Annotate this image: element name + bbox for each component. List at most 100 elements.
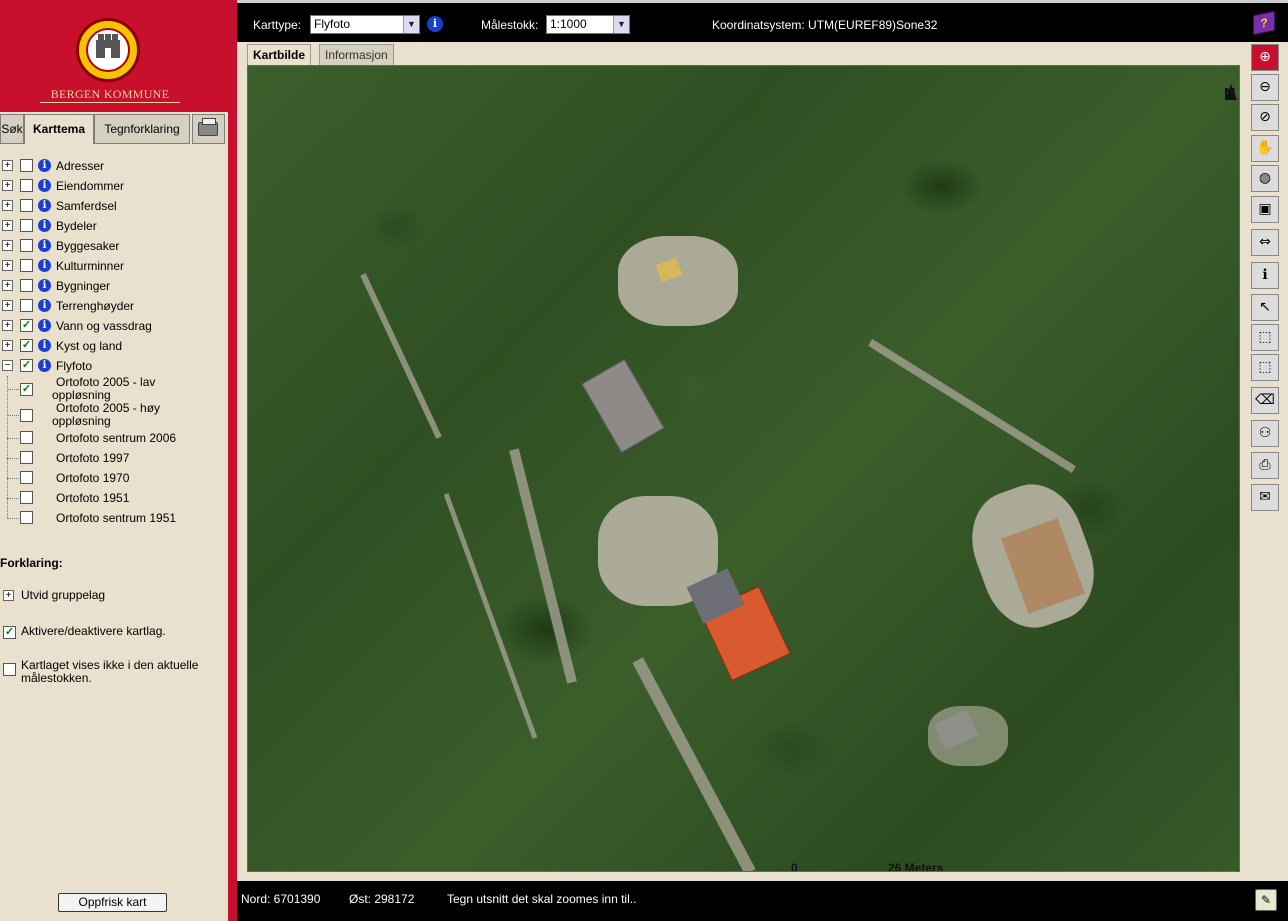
mail-icon[interactable]: ✉: [1251, 484, 1279, 511]
expand-icon[interactable]: +: [2, 320, 13, 331]
road: [509, 448, 577, 684]
info-icon[interactable]: i: [38, 199, 51, 212]
sublayer-checkbox[interactable]: [20, 409, 33, 422]
tree-branch: [7, 498, 19, 499]
info-icon[interactable]: i: [38, 319, 51, 332]
sublayer-checkbox[interactable]: ✓: [20, 383, 33, 396]
expand-icon[interactable]: −: [2, 360, 13, 371]
status-bar: Nord: 6701390 Øst: 298172 Tegn utsnitt d…: [237, 881, 1288, 921]
layer-item[interactable]: + i Adresser: [0, 156, 228, 176]
info-icon[interactable]: i: [38, 259, 51, 272]
layer-label: Kulturminner: [56, 259, 125, 273]
sublayer-checkbox[interactable]: [20, 431, 33, 444]
layer-item[interactable]: + i Bygninger: [0, 276, 228, 296]
info-icon[interactable]: ℹ: [1251, 262, 1279, 289]
help-book-icon[interactable]: ?: [1253, 10, 1275, 36]
expand-icon[interactable]: +: [2, 160, 13, 171]
info-icon[interactable]: i: [38, 179, 51, 192]
print-icon[interactable]: ⎙: [1251, 452, 1279, 479]
globe-icon[interactable]: ◍: [1251, 165, 1279, 192]
expand-icon[interactable]: +: [2, 180, 13, 191]
info-icon[interactable]: i: [38, 359, 51, 372]
expand-icon[interactable]: +: [2, 200, 13, 211]
north-coordinate: Nord: 6701390: [241, 892, 321, 906]
full-extent-icon[interactable]: ▣: [1251, 196, 1279, 223]
sublayer-checkbox[interactable]: [20, 491, 33, 504]
layer-item[interactable]: + i Samferdsel: [0, 196, 228, 216]
measure-icon[interactable]: ⇔: [1251, 229, 1279, 256]
tab-print[interactable]: [192, 114, 225, 144]
sublayer-checkbox[interactable]: [20, 471, 33, 484]
layer-item[interactable]: + i Terrenghøyder: [0, 296, 228, 316]
sublayer-item[interactable]: Ortofoto sentrum 1951: [0, 508, 228, 528]
expand-icon[interactable]: +: [2, 300, 13, 311]
layer-item[interactable]: + ✓ i Vann og vassdrag: [0, 316, 228, 336]
tree-branch: [7, 478, 19, 479]
aerial-map[interactable]: N 0 26 Meters: [247, 65, 1240, 872]
left-tabs: Søk Karttema Tegnforklaring: [0, 114, 228, 144]
sublayer-item[interactable]: Ortofoto 1951: [0, 488, 228, 508]
layer-checkbox[interactable]: ✓: [20, 359, 33, 372]
legend-title: Forklaring:: [0, 556, 63, 570]
zoom-previous-icon[interactable]: ⊘: [1251, 104, 1279, 131]
info-icon[interactable]: i: [38, 299, 51, 312]
layer-label: Terrenghøyder: [56, 299, 135, 313]
sublayer-checkbox[interactable]: [20, 511, 33, 524]
sublayer-item[interactable]: ✓ Ortofoto 2005 - lav oppløsning: [0, 376, 228, 402]
layer-checkbox[interactable]: [20, 159, 33, 172]
layer-checkbox[interactable]: [20, 259, 33, 272]
pan-hand-icon[interactable]: ✋: [1251, 135, 1279, 162]
info-icon[interactable]: i: [38, 339, 51, 352]
clipboard-icon[interactable]: ✎: [1255, 889, 1277, 911]
expand-icon[interactable]: +: [2, 260, 13, 271]
binoculars-icon[interactable]: ⚇: [1251, 420, 1279, 447]
layer-checkbox[interactable]: [20, 239, 33, 252]
tab-kartbilde[interactable]: Kartbilde: [247, 44, 312, 66]
expand-icon[interactable]: +: [2, 280, 13, 291]
layer-item[interactable]: + i Byggesaker: [0, 236, 228, 256]
layer-checkbox[interactable]: [20, 299, 33, 312]
layer-checkbox[interactable]: [20, 279, 33, 292]
sublayer-item[interactable]: Ortofoto 2005 - høy oppløsning: [0, 402, 228, 428]
info-icon[interactable]: i: [38, 239, 51, 252]
sublayer-item[interactable]: Ortofoto 1997: [0, 448, 228, 468]
sublayer-checkbox[interactable]: [20, 451, 33, 464]
scale-select[interactable]: 1:1000 ▼: [546, 15, 630, 34]
info-icon[interactable]: i: [38, 219, 51, 232]
tab-informasjon[interactable]: Informasjon: [319, 44, 394, 66]
layer-checkbox[interactable]: ✓: [20, 339, 33, 352]
clearing: [618, 236, 738, 326]
layer-checkbox[interactable]: ✓: [20, 319, 33, 332]
layer-checkbox[interactable]: [20, 179, 33, 192]
layer-checkbox[interactable]: [20, 219, 33, 232]
info-icon[interactable]: i: [427, 16, 443, 32]
eraser-icon[interactable]: ⌫: [1251, 387, 1279, 414]
zoom-out-icon[interactable]: ⊖: [1251, 74, 1279, 101]
layer-item[interactable]: − ✓ i Flyfoto: [0, 356, 228, 376]
select-line-icon[interactable]: ↖: [1251, 294, 1279, 321]
select-poly-icon[interactable]: ⬚: [1251, 354, 1279, 381]
scale-label: 26 Meters: [888, 861, 944, 872]
sublayer-item[interactable]: Ortofoto sentrum 2006: [0, 428, 228, 448]
tab-sok[interactable]: Søk: [0, 114, 24, 144]
refresh-map-button[interactable]: Oppfrisk kart: [58, 893, 167, 912]
expand-icon[interactable]: +: [2, 340, 13, 351]
layer-item[interactable]: + i Bydeler: [0, 216, 228, 236]
layer-checkbox[interactable]: [20, 199, 33, 212]
layer-item[interactable]: + ✓ i Kyst og land: [0, 336, 228, 356]
left-panel: BERGEN KOMMUNE Søk Karttema Tegnforklari…: [0, 0, 228, 921]
layer-item[interactable]: + i Kulturminner: [0, 256, 228, 276]
info-icon[interactable]: i: [38, 279, 51, 292]
expand-icon[interactable]: +: [2, 240, 13, 251]
info-icon[interactable]: i: [38, 159, 51, 172]
maptype-select[interactable]: Flyfoto ▼: [310, 15, 420, 34]
sublayer-item[interactable]: Ortofoto 1970: [0, 468, 228, 488]
layer-item[interactable]: + i Eiendommer: [0, 176, 228, 196]
select-rect-icon[interactable]: ⬚: [1251, 324, 1279, 351]
zoom-in-icon[interactable]: ⊕: [1251, 44, 1279, 71]
tab-karttema[interactable]: Karttema: [24, 114, 94, 144]
layer-list: + i Adresser + i Eiendommer + i Samferdsel + i Byde…: [0, 156, 228, 376]
expand-icon[interactable]: +: [2, 220, 13, 231]
building: [581, 358, 665, 454]
tab-tegnforklaring[interactable]: Tegnforklaring: [94, 114, 190, 144]
